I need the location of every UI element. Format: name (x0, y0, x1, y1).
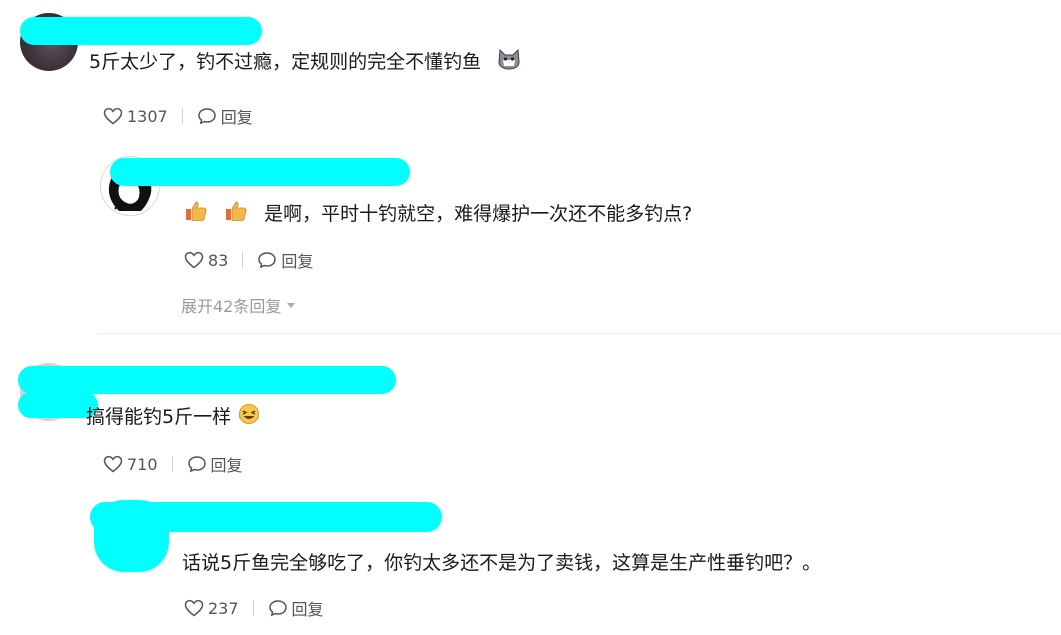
chevron-down-icon (287, 302, 296, 308)
like-button[interactable]: 1307 (103, 107, 168, 126)
reply-text: 话说5斤鱼完全够吃了，你钓太多还不是为了卖钱，这算是生产性垂钓吧？。 (182, 552, 822, 574)
heart-icon (184, 251, 204, 269)
reply-button[interactable]: 回复 (197, 104, 253, 128)
redacted-username (20, 17, 262, 45)
reply-button[interactable]: 回复 (268, 596, 324, 620)
comment-actions: 1307 回复 (103, 105, 253, 127)
comment-bubble-icon (268, 600, 287, 617)
heart-icon (184, 599, 204, 617)
comment-divider (98, 333, 1061, 334)
comment-bubble-icon (258, 252, 277, 269)
redacted-username (90, 502, 442, 532)
comment-text: 5斤太少了，钓不过瘾，定规则的完全不懂钓鱼 (89, 48, 521, 77)
like-button[interactable]: 83 (184, 251, 228, 270)
cat-emoji (497, 48, 521, 77)
thumbs-up-emoji (224, 200, 248, 229)
laugh-cry-emoji (237, 403, 261, 432)
redacted-username (18, 366, 396, 394)
reply-actions: 83 回复 (184, 249, 313, 271)
reply-actions: 237 回复 (184, 597, 324, 619)
expand-replies-button[interactable]: 展开42条回复 (181, 293, 296, 317)
reply-button[interactable]: 回复 (187, 452, 243, 476)
divider (181, 108, 183, 124)
reply-button[interactable]: 回复 (257, 248, 313, 272)
like-count: 710 (127, 454, 158, 474)
divider (252, 600, 254, 616)
divider (171, 456, 173, 472)
like-count: 1307 (127, 106, 168, 126)
comments-page: 5斤太少了，钓不过瘾，定规则的完全不懂钓鱼 1307 回复 是啊，平时十钓就空，… (0, 0, 1061, 635)
thumbs-up-emoji (184, 200, 208, 229)
comment-actions: 710 回复 (103, 453, 243, 475)
reply-text: 是啊，平时十钓就空，难得爆护一次还不能多钓点? (184, 200, 692, 229)
redacted-username (110, 158, 410, 186)
like-count: 237 (208, 598, 239, 618)
like-button[interactable]: 710 (103, 455, 158, 474)
like-count: 83 (208, 250, 229, 270)
heart-icon (103, 107, 123, 125)
comment-text: 搞得能钓5斤一样 (86, 403, 261, 432)
comment-bubble-icon (187, 456, 206, 473)
comment-bubble-icon (197, 108, 216, 125)
heart-icon (103, 455, 123, 473)
like-button[interactable]: 237 (184, 599, 239, 618)
divider (242, 252, 244, 268)
